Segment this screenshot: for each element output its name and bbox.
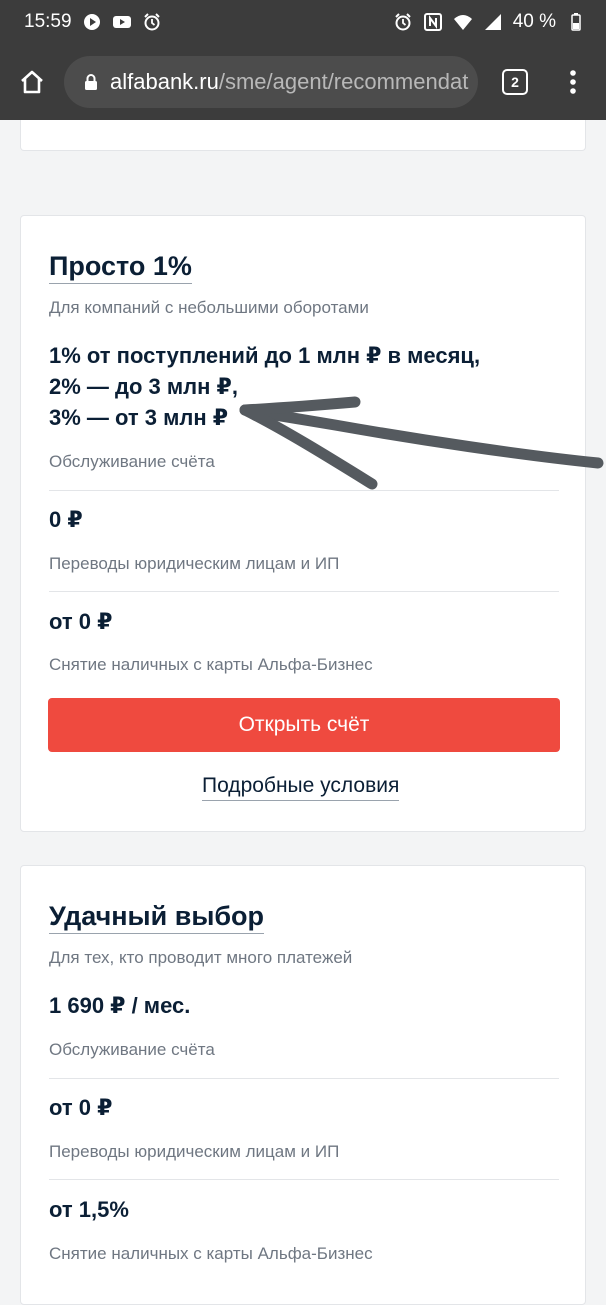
divider [49, 1179, 559, 1180]
tariff-card-udachny: Удачный выбор Для тех, кто проводит мног… [20, 865, 586, 1305]
transfer-value: от 0 ₽ [49, 1095, 113, 1120]
tariff-title[interactable]: Просто 1% [49, 250, 192, 284]
open-account-button[interactable]: Открыть счёт [48, 698, 560, 752]
menu-button[interactable] [552, 50, 594, 114]
cash-label: Снятие наличных с карты Альфа-Бизнес [49, 655, 373, 674]
battery-icon [566, 12, 586, 32]
alarm-icon [393, 12, 413, 32]
browser-toolbar: alfabank.ru/sme/agent/recommendat 2 [0, 44, 606, 120]
price-line: 2% — до 3 млн ₽, [49, 374, 238, 399]
cash-value: от 0 ₽ [49, 609, 113, 634]
price-line: 1% от поступлений до 1 млн ₽ в месяц, [49, 343, 481, 368]
status-time: 15:59 [24, 11, 72, 32]
cash-label: Снятие наличных с карты Альфа-Бизнес [49, 1244, 373, 1263]
status-bar: 15:59 40 % [0, 0, 606, 44]
divider [49, 591, 559, 592]
tariff-subtitle: Для тех, кто проводит много платежей [49, 948, 353, 967]
price-label: Обслуживание счёта [49, 452, 215, 471]
address-bar[interactable]: alfabank.ru/sme/agent/recommendat [64, 56, 478, 108]
more-vertical-icon [570, 70, 576, 94]
transfer-value: 0 ₽ [49, 507, 83, 532]
divider [49, 490, 559, 491]
tab-count: 2 [502, 69, 528, 95]
url-path: /sme/agent/recommendat [218, 69, 469, 94]
price-value: 1 690 ₽ / мес. [49, 993, 191, 1018]
home-icon [21, 70, 43, 94]
signal-icon [483, 12, 503, 32]
lock-icon [85, 74, 97, 90]
price-line: 3% — от 3 млн ₽ [49, 405, 229, 430]
divider [49, 1078, 559, 1079]
tabs-button[interactable]: 2 [478, 50, 552, 114]
tariff-title[interactable]: Удачный выбор [49, 900, 265, 934]
details-link[interactable]: Подробные условия [202, 772, 400, 801]
tariff-card-prosto: Просто 1% Для компаний с небольшими обор… [20, 215, 586, 832]
youtube-icon [112, 12, 132, 32]
price-label: Обслуживание счёта [49, 1040, 215, 1059]
battery-level: 40 % [512, 11, 556, 32]
tariff-subtitle: Для компаний с небольшими оборотами [49, 298, 369, 317]
nfc-icon [423, 12, 443, 32]
cash-value: от 1,5% [49, 1197, 129, 1222]
home-button[interactable] [0, 50, 64, 114]
transfer-label: Переводы юридическим лицам и ИП [49, 554, 340, 573]
alarm-icon [142, 12, 162, 32]
media-play-icon [82, 12, 102, 32]
url-domain: alfabank.ru [110, 69, 219, 94]
transfer-label: Переводы юридическим лицам и ИП [49, 1142, 340, 1161]
wifi-icon [453, 12, 473, 32]
previous-card [20, 120, 586, 151]
